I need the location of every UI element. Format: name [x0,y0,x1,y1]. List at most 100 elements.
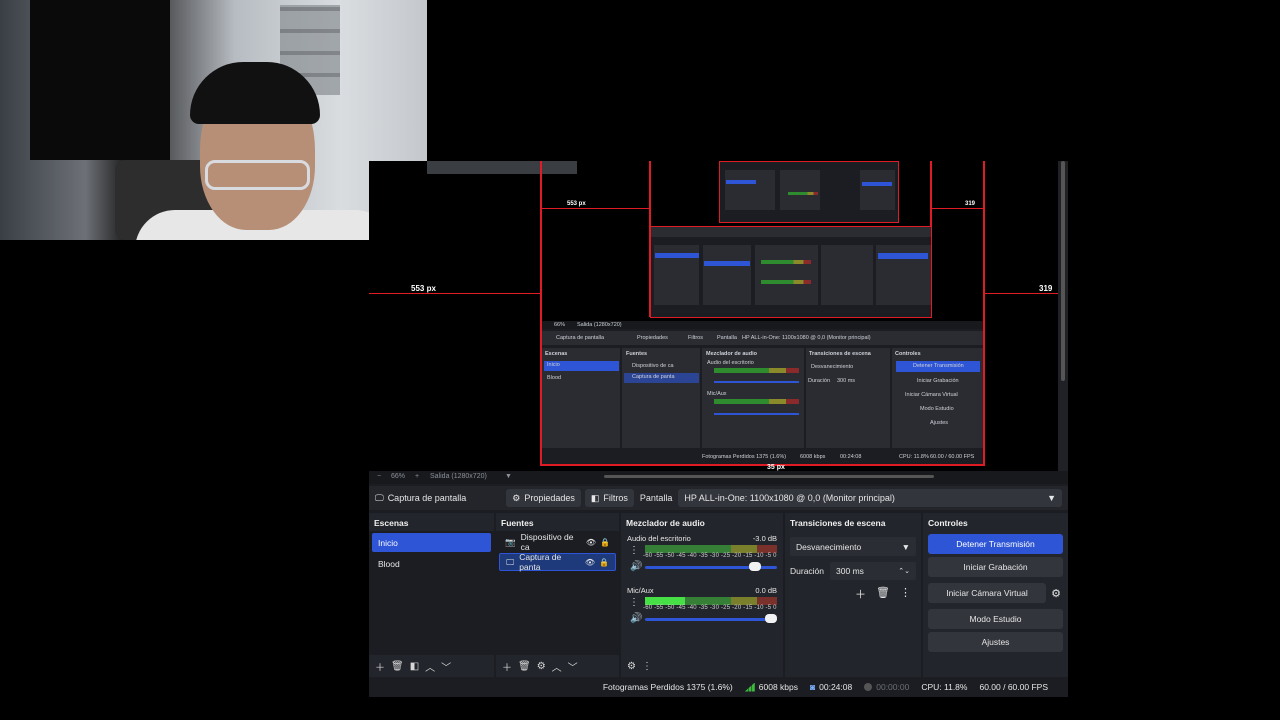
sources-list: 📷 Dispositivo de ca 👁 🔒 🖵 Captura de pan… [496,531,619,655]
source-label: Captura de panta [519,552,562,572]
volume-meter [645,545,777,553]
stream-time: ◙ 00:24:08 [810,682,852,692]
more-vertical-icon[interactable]: ⋮ [629,597,639,608]
measure-left-label: 553 px [411,284,436,293]
preview-horizontal-scrollbar[interactable] [604,475,934,478]
display-select[interactable]: HP ALL-in-One: 1100x1080 @ 0,0 (Monitor … [678,489,1062,507]
more-vertical-icon[interactable]: ⋮ [629,545,639,556]
bitrate-stat: 6008 kbps [744,682,798,692]
cpu-usage: CPU: 11.8% [921,682,968,692]
scene-item-blood[interactable]: Blood [372,554,491,573]
move-down-icon[interactable]: ﹀ [568,659,578,674]
signal-icon [744,682,755,692]
record-icon [864,683,873,691]
studio-mode-button[interactable]: Modo Estudio [928,609,1063,629]
move-up-icon[interactable]: ︿ [552,659,562,674]
channel-db: -3.0 dB [752,534,777,543]
add-transition-icon[interactable]: ＋ [855,586,866,602]
chevron-down-icon: ▼ [1047,493,1056,503]
zoom-out-button[interactable]: − [377,473,381,480]
mixer-title: Mezclador de audio [626,518,705,528]
volume-meter [645,597,777,605]
fader-handle[interactable] [765,614,777,623]
scenes-toolbar: ＋ 🗑 ◧ ︿ ﹀ [369,655,494,677]
trash-icon[interactable]: 🗑 [391,661,404,672]
filter-icon[interactable]: ◧ [410,661,419,672]
eye-icon[interactable]: 👁 [586,538,596,547]
fader-handle[interactable] [749,562,762,571]
start-virtual-camera-button[interactable]: Iniciar Cámara Virtual [928,583,1046,603]
add-source-icon[interactable]: ＋ [502,659,512,674]
spin-arrows-icon[interactable]: ⌃⌄ [898,567,910,575]
speaker-icon[interactable]: 🔊 [630,561,642,572]
source-label: Dispositivo de ca [520,532,574,552]
guide-inner-left [542,208,650,209]
zoom-level[interactable]: 66% [391,473,405,480]
properties-label: Propiedades [524,493,575,503]
lock-icon[interactable]: 🔒 [599,558,609,567]
filter-icon: ◧ [590,492,600,503]
measure-inner-right-label: 319 [965,201,976,207]
display-value: HP ALL-in-One: 1100x1080 @ 0,0 (Monitor … [684,493,895,503]
preview-vertical-scrollbar[interactable] [1058,161,1068,471]
gear-icon[interactable]: ⚙ [1049,587,1063,600]
webcam-glasses [205,160,310,190]
gear-icon[interactable]: ⚙ [537,661,546,672]
trash-icon[interactable]: 🗑 [518,661,531,672]
docks: Escenas Inicio Blood ＋ 🗑 ◧ ︿ ﹀ Fuentes 📷… [369,513,1068,677]
measure-bottom-label: 35 px [767,464,785,471]
transition-select[interactable]: Desvanecimiento ▼ [790,537,916,556]
controls-dock: Controles Detener Transmisión Iniciar Gr… [923,513,1068,677]
preview-canvas[interactable]: 553 px 319 35 px 553 px 319 66% Salida (… [369,161,1068,471]
duration-label: Duración [790,566,825,576]
output-dropdown-caret[interactable]: ▼ [505,473,512,480]
controls-body: Detener Transmisión Iniciar Grabación In… [923,531,1068,655]
guide-inner-right [931,208,983,209]
sources-title: Fuentes [501,518,534,528]
mixer-toolbar: ⚙ ⋮ [621,655,783,677]
add-scene-icon[interactable]: ＋ [375,659,385,674]
mixer-channel-desktop: Audio del escritorio -3.0 dB ⋮ -60 -55 -… [625,533,779,583]
speaker-icon[interactable]: 🔊 [630,613,642,624]
source-toolbar: 🖵 Captura de pantalla ⚙ Propiedades ◧ Fi… [369,486,1068,510]
dropped-frames: Fotogramas Perdidos 1375 (1.6%) [602,682,733,692]
source-item-screen[interactable]: 🖵 Captura de panta 👁 🔒 [499,552,616,572]
webcam-feed [0,0,427,240]
selected-source-label: Captura de pantalla [387,493,467,503]
fps-stat: 60.00 / 60.00 FPS [979,682,1048,692]
display-label: Pantalla [639,493,673,503]
eye-icon[interactable]: 👁 [585,558,595,567]
output-resolution[interactable]: Salida (1280x720) [430,473,487,480]
recursive-preview-tiny [719,161,899,223]
scene-item-inicio[interactable]: Inicio [372,533,491,552]
zoom-in-button[interactable]: + [415,473,419,480]
webcam-window [30,0,170,160]
preview-recursive-strip [427,161,577,174]
transitions-title: Transiciones de escena [790,518,886,528]
duration-value: 300 ms [836,566,864,576]
meter-scale: -60 -55 -50 -45 -40 -35 -30 -25 -20 -15 … [643,605,777,611]
more-vertical-icon[interactable]: ⋮ [642,661,652,672]
more-vertical-icon[interactable]: ⋮ [900,586,911,602]
volume-fader[interactable] [645,618,777,621]
source-item-camera[interactable]: 📷 Dispositivo de ca 👁 🔒 [499,532,616,552]
move-up-icon[interactable]: ︿ [425,659,435,674]
trash-icon[interactable]: 🗑 [876,586,890,602]
lock-icon[interactable]: 🔒 [600,538,610,547]
guide-left-measure [369,293,542,294]
settings-button[interactable]: Ajustes [928,632,1063,652]
camera-icon: 📷 [505,536,516,547]
stop-streaming-button[interactable]: Detener Transmisión [928,534,1063,554]
record-time-value: 00:00:00 [876,682,910,692]
mixer-channels: Audio del escritorio -3.0 dB ⋮ -60 -55 -… [621,531,783,655]
sources-dock: Fuentes 📷 Dispositivo de ca 👁 🔒 🖵 Captur… [496,513,619,677]
duration-spinbox[interactable]: 300 ms ⌃⌄ [830,562,916,580]
broadcast-icon: ◙ [810,682,816,692]
transitions-body: Desvanecimiento ▼ Duración 300 ms ⌃⌄ ＋ 🗑… [785,531,921,655]
move-down-icon[interactable]: ﹀ [441,659,451,674]
gear-icon[interactable]: ⚙ [627,661,636,672]
properties-button[interactable]: ⚙ Propiedades [506,489,581,507]
filters-button[interactable]: ◧ Filtros [584,489,634,507]
start-recording-button[interactable]: Iniciar Grabación [928,557,1063,577]
channel-db: 0.0 dB [755,586,777,595]
